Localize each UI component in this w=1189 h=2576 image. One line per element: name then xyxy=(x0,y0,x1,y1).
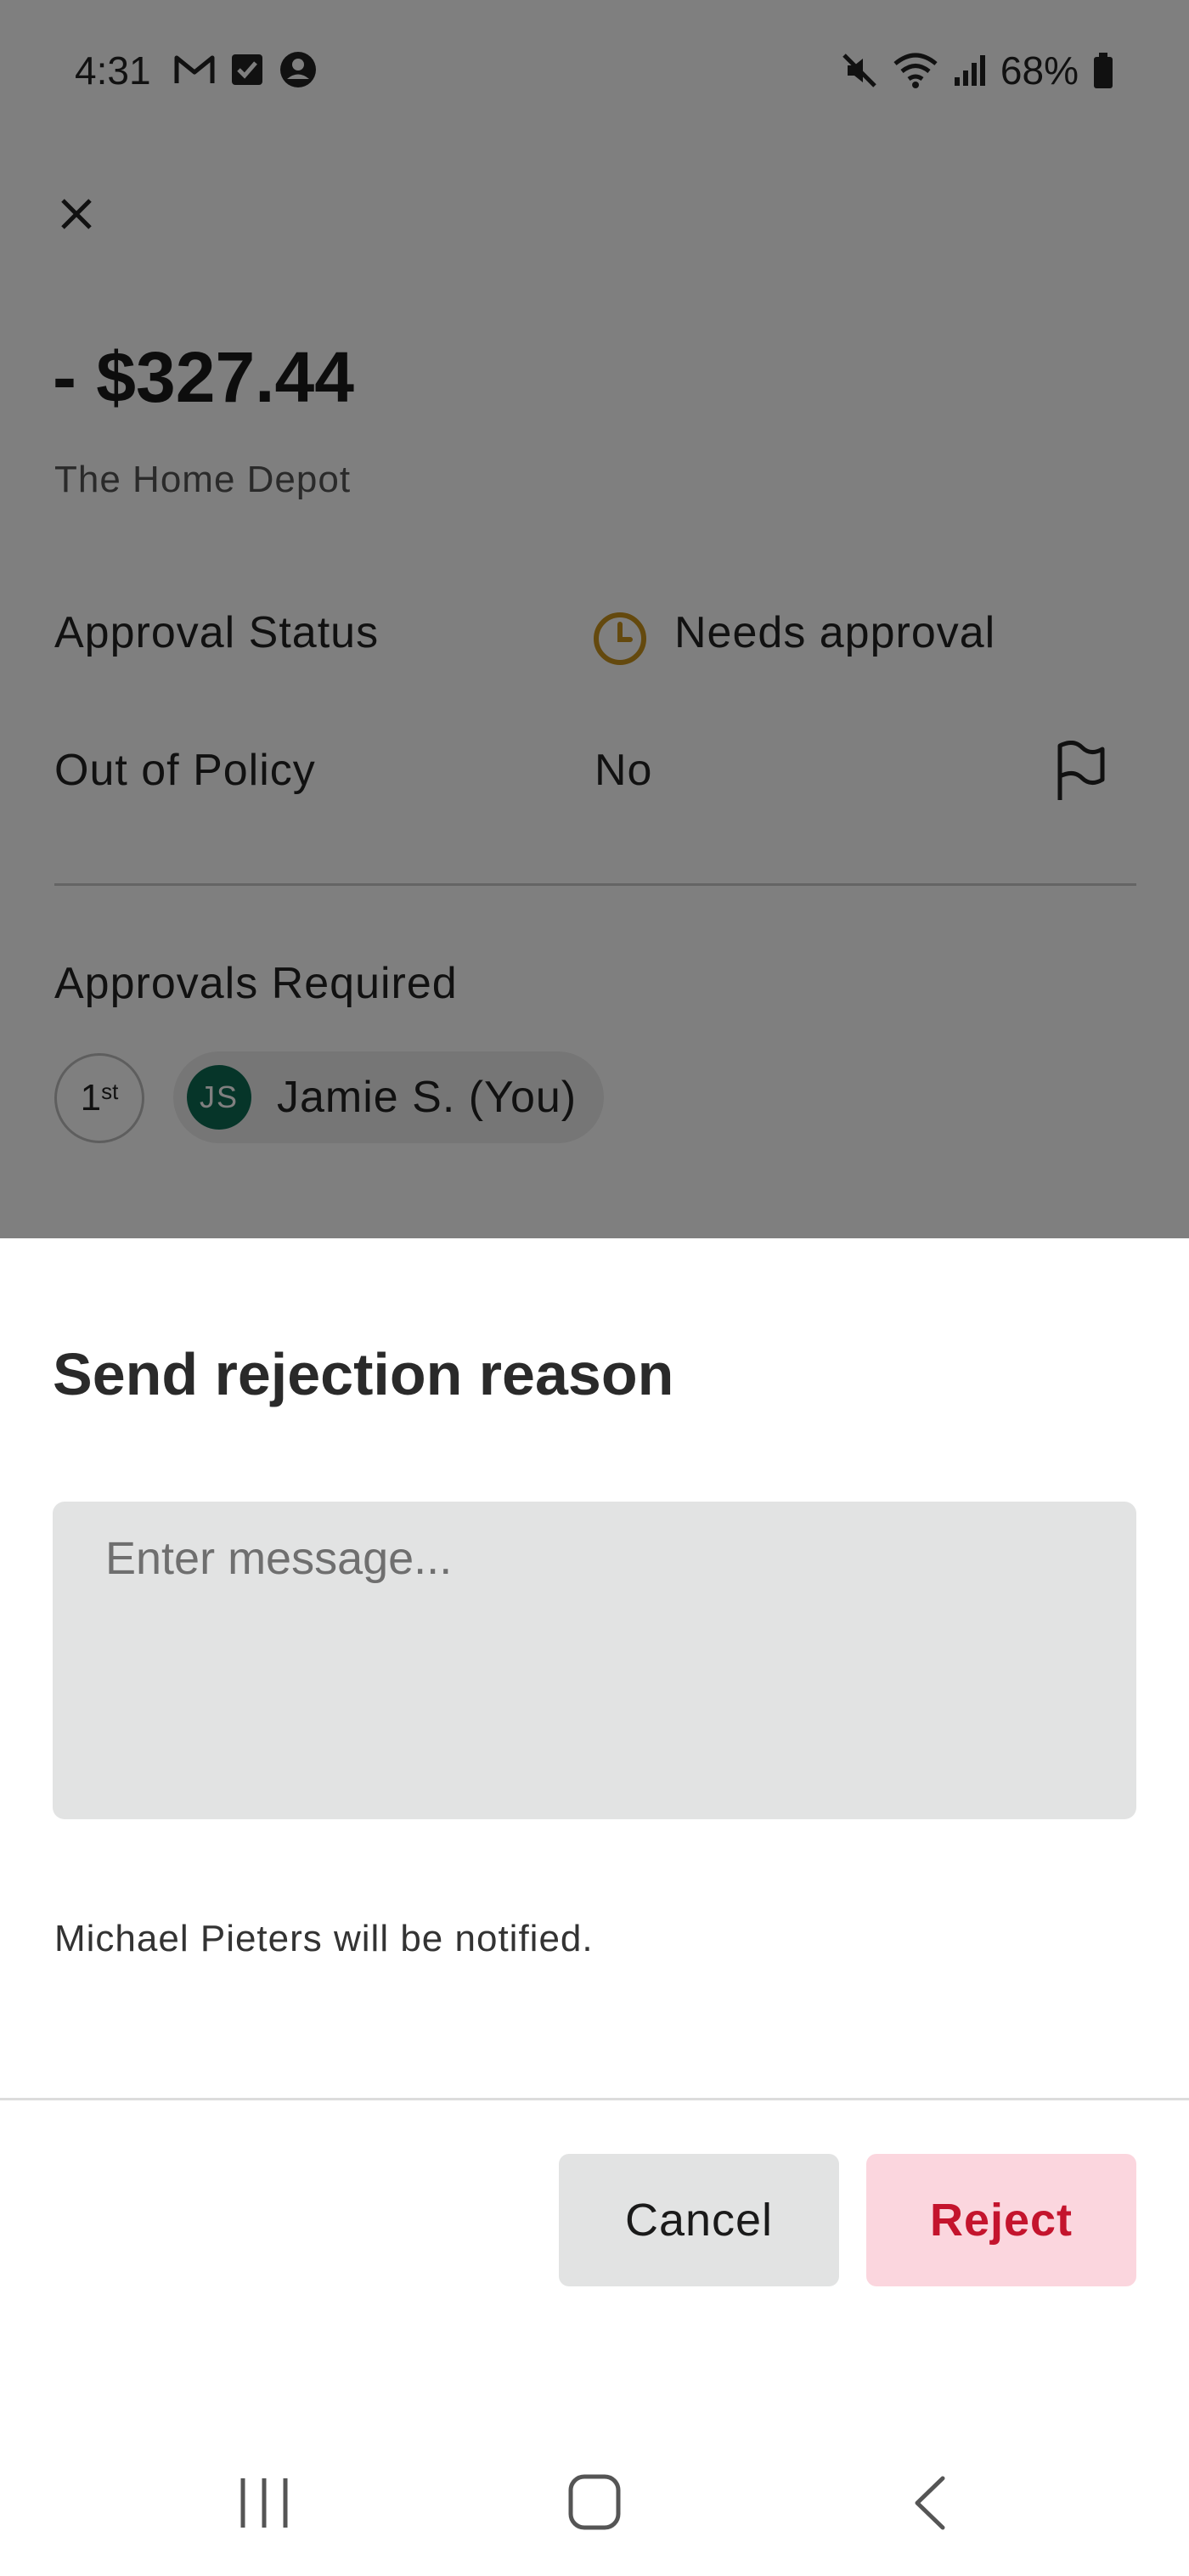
rejection-bottom-sheet: Send rejection reason Michael Pieters wi… xyxy=(0,1238,1189,2576)
cancel-button[interactable]: Cancel xyxy=(559,2154,839,2286)
recents-icon[interactable] xyxy=(236,2475,292,2531)
reject-button[interactable]: Reject xyxy=(866,2154,1136,2286)
system-nav-bar xyxy=(0,2429,1189,2576)
sheet-title: Send rejection reason xyxy=(53,1341,674,1407)
home-icon[interactable] xyxy=(567,2473,622,2531)
rejection-message-input[interactable] xyxy=(53,1502,1136,1819)
sheet-divider xyxy=(0,2098,1189,2100)
notify-text: Michael Pieters will be notified. xyxy=(54,1918,594,1959)
back-icon[interactable] xyxy=(909,2473,951,2533)
modal-scrim[interactable] xyxy=(0,0,1189,1240)
